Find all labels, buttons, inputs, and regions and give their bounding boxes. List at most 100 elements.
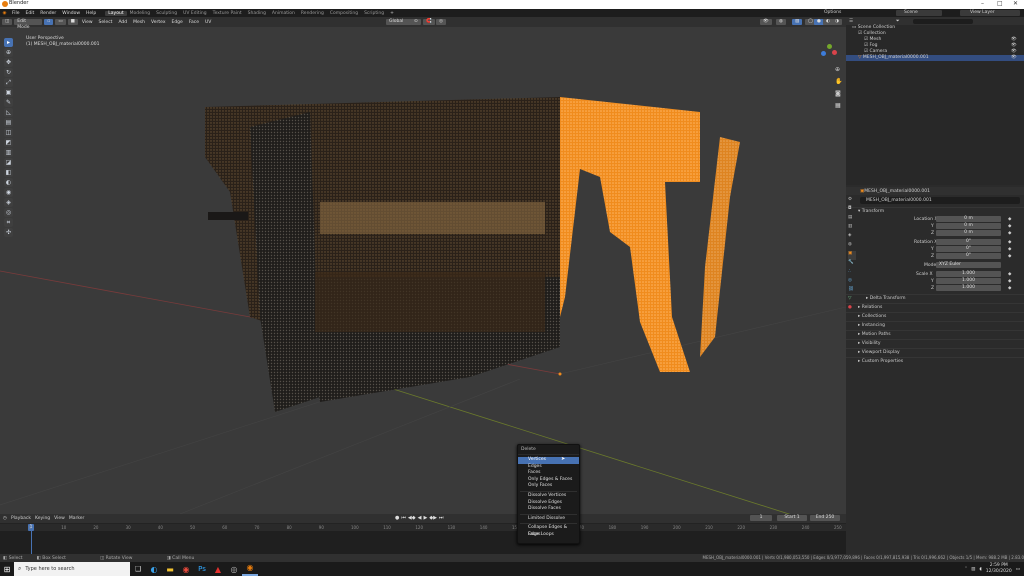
start-frame-field[interactable]: Start 1 [777,515,807,521]
tab-modeling[interactable]: Modeling [127,11,153,16]
edge-slide-tool-icon[interactable]: ◈ [4,198,13,207]
tab-texture-paint[interactable]: Texture Paint [210,11,245,16]
collapse-edges-faces-item[interactable]: Collapse Edges & Faces [518,525,579,537]
scale-tool-icon[interactable]: ⤢ [4,78,13,87]
windows-start-icon[interactable]: ⊞ [0,565,14,574]
vertex-select-icon[interactable]: ▫ [44,19,54,25]
marker-menu[interactable]: Marker [69,516,85,521]
navigation-gizmo[interactable] [818,42,840,64]
poly-build-tool-icon[interactable]: ◧ [4,168,13,177]
add-menu[interactable]: Add [116,20,129,25]
motion-paths-section[interactable]: ▸ Motion Paths [846,330,1024,339]
location-y-field[interactable]: 0 m [936,223,1001,229]
snap-icon[interactable]: 🧲 [423,19,435,25]
custom-properties-section[interactable]: ▸ Custom Properties [846,357,1024,366]
spin-tool-icon[interactable]: ◐ [4,178,13,187]
record-icon[interactable]: ● [395,515,399,521]
pan-icon[interactable]: ✋ [835,78,842,85]
proportional-edit-icon[interactable]: ◎ [436,19,446,25]
photoshop-icon[interactable]: Ps [194,565,210,573]
prev-key-icon[interactable]: ◀◆ [408,515,416,521]
volume-icon[interactable]: ◖ [979,567,981,572]
chrome-icon[interactable]: ◉ [178,565,194,574]
view-layer-selector[interactable]: View Layer [960,10,1020,16]
inset-tool-icon[interactable]: ◫ [4,128,13,137]
pivot-point-icon[interactable]: ⊙ [411,19,421,25]
gizmo-x-icon[interactable] [832,50,837,55]
steam-icon[interactable]: ◎ [226,565,242,574]
data-tab-icon[interactable]: ▽ [848,296,856,305]
tab-animation[interactable]: Animation [269,11,298,16]
rotation-mode-select[interactable]: XYZ Euler [936,262,1001,268]
timeline-editor-icon[interactable]: ◷ [3,516,7,521]
acrobat-icon[interactable]: ▲ [210,565,226,574]
menu-file[interactable]: File [9,11,23,16]
keyframe-icon[interactable]: ◆ [1008,239,1011,246]
keyframe-icon[interactable]: ◆ [1008,223,1011,230]
face-select-icon[interactable]: ■ [67,19,78,25]
menu-window[interactable]: Window [59,11,83,16]
measure-tool-icon[interactable]: ◺ [4,108,13,117]
notifications-icon[interactable]: ▭ [1016,567,1020,572]
gizmo-z-icon[interactable] [821,51,826,56]
outliner-editor-icon[interactable]: ☰ [849,19,853,24]
viewport-display-section[interactable]: ▸ Viewport Display [846,348,1024,357]
select-menu[interactable]: Select [97,20,115,25]
3d-viewport[interactable]: ▸ ⊕ ✥ ↻ ⤢ ▣ ✎ ◺ ▤ ◫ ◩ ▥ ◪ ◧ ◐ ◉ ◈ ◎ ⌗ ✣ … [0,17,846,514]
add-workspace-icon[interactable]: + [387,11,397,16]
render-tab-icon[interactable]: ◘ [848,206,856,215]
blender-menu-icon[interactable]: ◉ [0,11,9,16]
play-icon[interactable]: ▶ [423,515,427,521]
cursor-tool-icon[interactable]: ⊕ [4,48,13,57]
outliner-filter-icon[interactable]: ⏷ [896,18,900,24]
outliner-search-input[interactable] [912,18,973,24]
keyframe-icon[interactable]: ◆ [1008,271,1011,278]
view-menu[interactable]: View [80,20,95,25]
shrink-tool-icon[interactable]: ◎ [4,208,13,217]
outliner-item-selected-mesh[interactable]: ▽ MESH_OBJ_material0000.001 👁 [846,55,1024,61]
keyframe-icon[interactable]: ◆ [1008,253,1011,260]
keyframe-icon[interactable]: ◆ [1008,278,1011,285]
menu-render[interactable]: Render [37,11,59,16]
shear-tool-icon[interactable]: ⌗ [4,218,13,227]
extrude-tool-icon[interactable]: ▤ [4,118,13,127]
vertex-menu[interactable]: Vertex [149,20,167,25]
tab-sculpting[interactable]: Sculpting [153,11,180,16]
gizmo-y-icon[interactable] [827,44,832,49]
maximize-icon[interactable]: □ [997,0,1003,7]
tray-expand-icon[interactable]: ˄ [965,567,967,572]
rip-tool-icon[interactable]: ✣ [4,228,13,237]
visibility-section[interactable]: ▸ Visibility [846,339,1024,348]
current-frame-field[interactable]: 1 [750,515,772,521]
edge-browser-icon[interactable]: ◐ [146,565,162,574]
tab-rendering[interactable]: Rendering [298,11,327,16]
location-x-field[interactable]: 0 m [936,216,1001,222]
options-button[interactable]: Options [824,10,841,15]
delete-faces-item[interactable]: Faces [518,470,579,477]
camera-view-icon[interactable]: ◙ [835,90,841,97]
rotation-y-field[interactable]: 0° [936,246,1001,252]
jump-start-icon[interactable]: ⏮ [401,515,406,521]
tab-uv-editing[interactable]: UV Editing [180,11,209,16]
scale-y-field[interactable]: 1.000 [936,278,1001,284]
close-icon[interactable]: ✕ [1013,0,1018,7]
scale-x-field[interactable]: 1.000 [936,271,1001,277]
menu-help[interactable]: Help [83,11,99,16]
ortho-toggle-icon[interactable]: ▦ [835,102,841,109]
transform-orientation-selector[interactable]: Global [386,19,412,25]
menu-edit[interactable]: Edit [23,11,38,16]
dissolve-faces-item[interactable]: Dissolve Faces [518,506,579,513]
delete-vertices-item[interactable]: Vertices [518,457,579,464]
overlays-icon[interactable]: ◍ [776,19,786,25]
rotation-z-field[interactable]: 0° [936,253,1001,259]
tab-shading[interactable]: Shading [245,11,269,16]
next-key-icon[interactable]: ◆▶ [429,515,437,521]
view-menu[interactable]: View [54,516,65,521]
visibility-icon[interactable]: 👁 [760,19,772,25]
tool-tab-icon[interactable]: ⚙ [848,197,856,206]
scale-z-field[interactable]: 1.000 [936,285,1001,291]
delete-only-faces-item[interactable]: Only Faces [518,483,579,490]
taskbar-search-box[interactable]: ⌕ Type here to search [14,562,130,576]
tab-scripting[interactable]: Scripting [361,11,387,16]
keyframe-icon[interactable]: ◆ [1008,285,1011,292]
